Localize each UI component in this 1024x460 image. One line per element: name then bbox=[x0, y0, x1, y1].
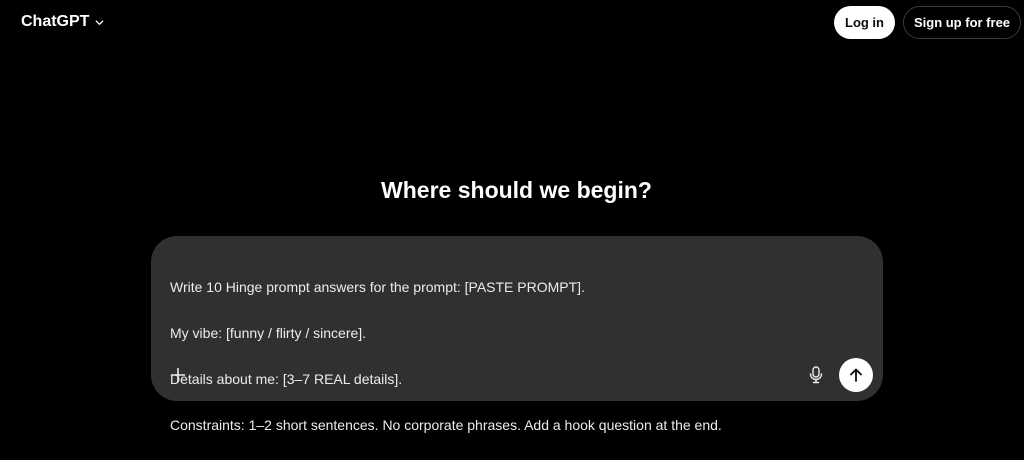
prompt-line: Constraints: 1–2 short sentences. No cor… bbox=[170, 417, 722, 433]
prompt-line: My vibe: [funny / flirty / sincere]. bbox=[170, 325, 367, 341]
login-button[interactable]: Log in bbox=[834, 6, 895, 39]
prompt-line: Details about me: [3–7 REAL details]. bbox=[170, 371, 403, 387]
prompt-line: Write 10 Hinge prompt answers for the pr… bbox=[170, 279, 585, 295]
chevron-down-icon bbox=[96, 19, 104, 25]
signup-button[interactable]: Sign up for free bbox=[903, 6, 1021, 39]
voice-input-button[interactable] bbox=[806, 364, 826, 386]
attach-button[interactable] bbox=[167, 364, 189, 386]
prompt-composer: Write 10 Hinge prompt answers for the pr… bbox=[151, 236, 883, 433]
model-selector[interactable]: ChatGPT bbox=[21, 13, 105, 31]
model-selector-label: ChatGPT bbox=[21, 13, 90, 30]
page-headline: Where should we begin? bbox=[381, 177, 652, 203]
prompt-input[interactable]: Write 10 Hinge prompt answers for the pr… bbox=[170, 253, 860, 460]
send-button[interactable] bbox=[839, 358, 873, 392]
plus-icon bbox=[170, 367, 186, 383]
top-bar: ChatGPT Log in Sign up for free bbox=[0, 0, 1024, 46]
arrow-up-icon bbox=[850, 368, 862, 382]
microphone-icon bbox=[809, 366, 823, 384]
